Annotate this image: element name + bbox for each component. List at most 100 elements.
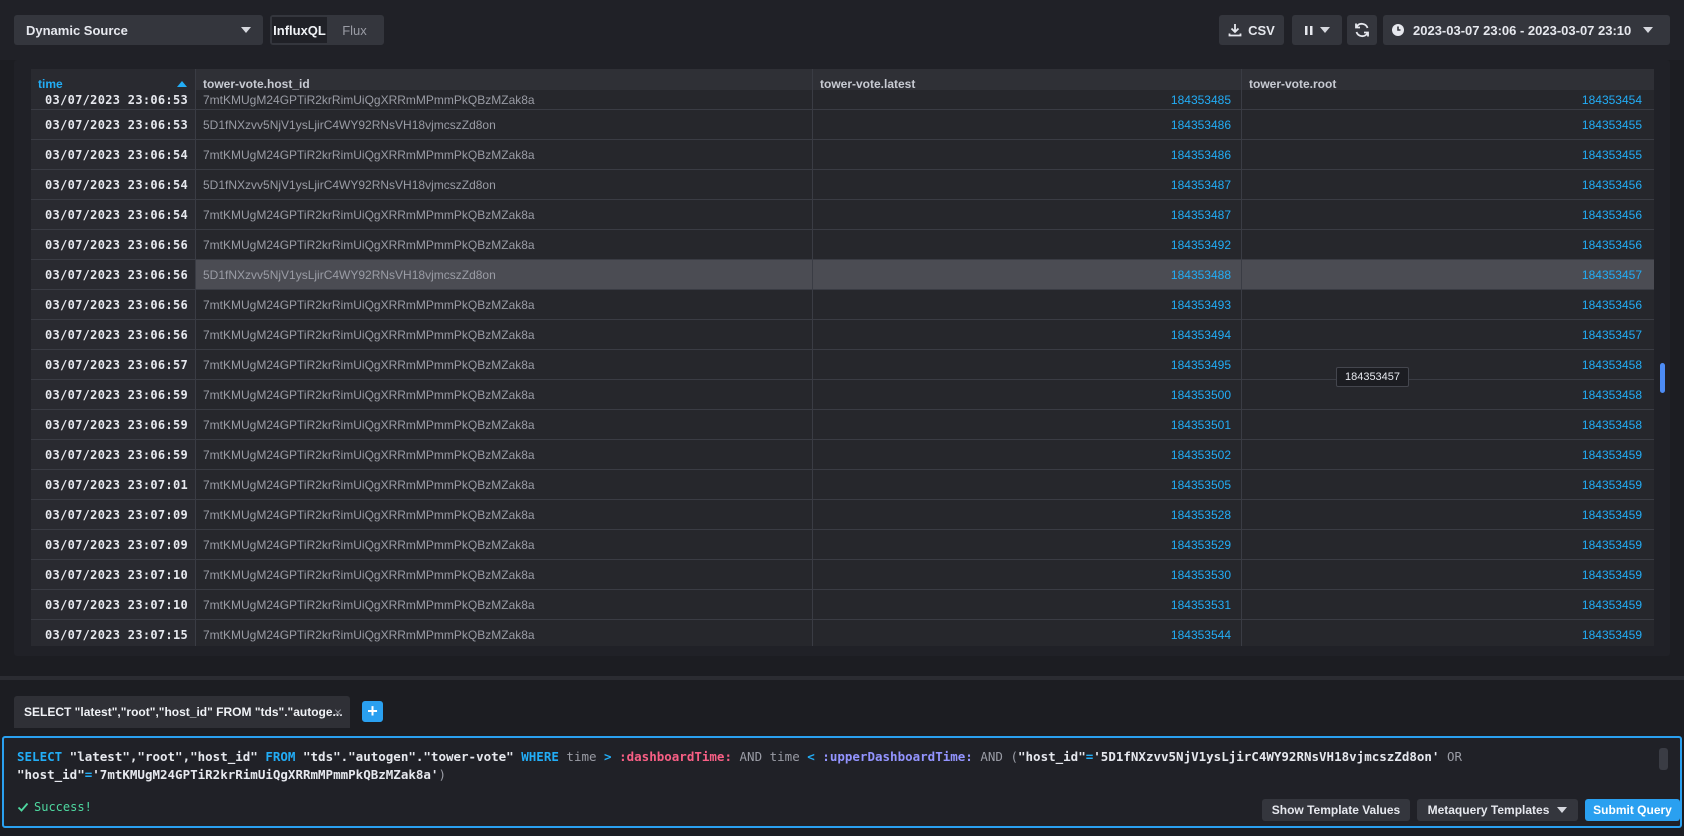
cell-host-id[interactable]: 7mtKMUgM24GPTiR2krRimUiQgXRRmMPmmPkQBzMZ… — [196, 140, 813, 169]
cell-time[interactable]: 03/07/2023 23:06:54 — [31, 140, 196, 169]
auto-refresh-dropdown[interactable] — [1292, 15, 1342, 45]
cell-host-id[interactable]: 7mtKMUgM24GPTiR2krRimUiQgXRRmMPmmPkQBzMZ… — [196, 90, 813, 109]
cell-host-id[interactable]: 7mtKMUgM24GPTiR2krRimUiQgXRRmMPmmPkQBzMZ… — [196, 230, 813, 259]
cell-latest[interactable]: 184353529 — [813, 530, 1242, 559]
query-editor[interactable]: SELECT "latest","root","host_id" FROM "t… — [2, 736, 1682, 828]
cell-time[interactable]: 03/07/2023 23:07:10 — [31, 560, 196, 589]
cell-host-id[interactable]: 7mtKMUgM24GPTiR2krRimUiQgXRRmMPmmPkQBzMZ… — [196, 350, 813, 379]
cell-latest[interactable]: 184353495 — [813, 350, 1242, 379]
cell-time[interactable]: 03/07/2023 23:07:09 — [31, 500, 196, 529]
cell-host-id[interactable]: 5D1fNXzvv5NjV1ysLjirC4WY92RNsVH18vjmcszZ… — [196, 170, 813, 199]
cell-time[interactable]: 03/07/2023 23:06:59 — [31, 410, 196, 439]
add-query-button[interactable]: + — [362, 701, 383, 722]
cell-root[interactable]: 184353459 — [1242, 590, 1654, 619]
cell-root[interactable]: 184353458 — [1242, 380, 1654, 409]
table-row[interactable]: 03/07/2023 23:07:10 7mtKMUgM24GPTiR2krRim… — [31, 560, 1654, 590]
cell-latest[interactable]: 184353501 — [813, 410, 1242, 439]
cell-root[interactable]: 184353459 — [1242, 470, 1654, 499]
source-dropdown[interactable]: Dynamic Source — [14, 15, 263, 45]
cell-host-id[interactable]: 7mtKMUgM24GPTiR2krRimUiQgXRRmMPmmPkQBzMZ… — [196, 290, 813, 319]
cell-latest[interactable]: 184353505 — [813, 470, 1242, 499]
table-row[interactable]: 03/07/2023 23:07:15 7mtKMUgM24GPTiR2krRim… — [31, 620, 1654, 646]
influxql-option[interactable]: InfluxQL — [272, 17, 327, 43]
cell-time[interactable]: 03/07/2023 23:06:56 — [31, 230, 196, 259]
table-row[interactable]: 03/07/2023 23:06:54 5D1fNXzvv5NjV1ysLjirC… — [31, 170, 1654, 200]
close-icon[interactable]: × — [334, 704, 342, 720]
cell-host-id[interactable]: 7mtKMUgM24GPTiR2krRimUiQgXRRmMPmmPkQBzMZ… — [196, 530, 813, 559]
cell-host-id[interactable]: 7mtKMUgM24GPTiR2krRimUiQgXRRmMPmmPkQBzMZ… — [196, 620, 813, 646]
cell-latest[interactable]: 184353487 — [813, 170, 1242, 199]
cell-root[interactable]: 184353456 — [1242, 230, 1654, 259]
cell-root[interactable]: 184353459 — [1242, 530, 1654, 559]
table-scrollbar[interactable] — [1660, 363, 1665, 393]
cell-host-id[interactable]: 7mtKMUgM24GPTiR2krRimUiQgXRRmMPmmPkQBzMZ… — [196, 590, 813, 619]
cell-time[interactable]: 03/07/2023 23:06:57 — [31, 350, 196, 379]
cell-time[interactable]: 03/07/2023 23:06:53 — [31, 90, 196, 109]
cell-time[interactable]: 03/07/2023 23:07:10 — [31, 590, 196, 619]
cell-host-id[interactable]: 5D1fNXzvv5NjV1ysLjirC4WY92RNsVH18vjmcszZ… — [196, 260, 813, 289]
cell-time[interactable]: 03/07/2023 23:06:56 — [31, 290, 196, 319]
table-row[interactable]: 03/07/2023 23:06:59 7mtKMUgM24GPTiR2krRim… — [31, 410, 1654, 440]
table-row[interactable]: 03/07/2023 23:07:09 7mtKMUgM24GPTiR2krRim… — [31, 500, 1654, 530]
cell-root[interactable]: 184353458 — [1242, 350, 1654, 379]
cell-host-id[interactable]: 7mtKMUgM24GPTiR2krRimUiQgXRRmMPmmPkQBzMZ… — [196, 380, 813, 409]
cell-root[interactable]: 184353456 — [1242, 170, 1654, 199]
query-tab[interactable]: SELECT "latest","root","host_id" FROM "t… — [14, 696, 350, 728]
cell-root[interactable]: 184353454 — [1242, 90, 1654, 109]
cell-latest[interactable]: 184353486 — [813, 110, 1242, 139]
results-table[interactable]: time tower-vote.host_id tower-vote.lates… — [31, 69, 1654, 646]
table-row[interactable]: 03/07/2023 23:06:56 5D1fNXzvv5NjV1ysLjirC… — [31, 260, 1654, 290]
flux-option[interactable]: Flux — [327, 17, 382, 43]
cell-latest[interactable]: 184353531 — [813, 590, 1242, 619]
time-range-dropdown[interactable]: 2023-03-07 23:06 - 2023-03-07 23:10 — [1383, 15, 1670, 45]
cell-root[interactable]: 184353458 — [1242, 410, 1654, 439]
csv-download-button[interactable]: CSV — [1219, 15, 1284, 45]
cell-latest[interactable]: 184353544 — [813, 620, 1242, 646]
cell-host-id[interactable]: 7mtKMUgM24GPTiR2krRimUiQgXRRmMPmmPkQBzMZ… — [196, 320, 813, 349]
cell-time[interactable]: 03/07/2023 23:07:01 — [31, 470, 196, 499]
metaquery-templates-dropdown[interactable]: Metaquery Templates — [1417, 799, 1578, 821]
cell-root[interactable]: 184353457 — [1242, 320, 1654, 349]
show-template-values-button[interactable]: Show Template Values — [1262, 799, 1410, 821]
cell-root[interactable]: 184353459 — [1242, 500, 1654, 529]
table-row[interactable]: 03/07/2023 23:06:54 7mtKMUgM24GPTiR2krRim… — [31, 140, 1654, 170]
cell-time[interactable]: 03/07/2023 23:06:56 — [31, 260, 196, 289]
table-row[interactable]: 03/07/2023 23:07:09 7mtKMUgM24GPTiR2krRim… — [31, 530, 1654, 560]
cell-latest[interactable]: 184353492 — [813, 230, 1242, 259]
cell-host-id[interactable]: 7mtKMUgM24GPTiR2krRimUiQgXRRmMPmmPkQBzMZ… — [196, 500, 813, 529]
cell-root[interactable]: 184353455 — [1242, 110, 1654, 139]
table-row[interactable]: 03/07/2023 23:06:59 7mtKMUgM24GPTiR2krRim… — [31, 380, 1654, 410]
cell-latest[interactable]: 184353528 — [813, 500, 1242, 529]
table-row[interactable]: 03/07/2023 23:06:53 5D1fNXzvv5NjV1ysLjirC… — [31, 110, 1654, 140]
cell-time[interactable]: 03/07/2023 23:07:09 — [31, 530, 196, 559]
cell-host-id[interactable]: 7mtKMUgM24GPTiR2krRimUiQgXRRmMPmmPkQBzMZ… — [196, 410, 813, 439]
refresh-button[interactable] — [1347, 15, 1377, 45]
cell-latest[interactable]: 184353494 — [813, 320, 1242, 349]
cell-root[interactable]: 184353459 — [1242, 560, 1654, 589]
cell-root[interactable]: 184353456 — [1242, 200, 1654, 229]
cell-root[interactable]: 184353459 — [1242, 440, 1654, 469]
cell-root[interactable]: 184353456 — [1242, 290, 1654, 319]
cell-root[interactable]: 184353455 — [1242, 140, 1654, 169]
cell-latest[interactable]: 184353530 — [813, 560, 1242, 589]
cell-root[interactable]: 184353459 — [1242, 620, 1654, 646]
cell-root[interactable]: 184353457 — [1242, 260, 1654, 289]
cell-host-id[interactable]: 7mtKMUgM24GPTiR2krRimUiQgXRRmMPmmPkQBzMZ… — [196, 200, 813, 229]
cell-time[interactable]: 03/07/2023 23:06:59 — [31, 380, 196, 409]
cell-host-id[interactable]: 7mtKMUgM24GPTiR2krRimUiQgXRRmMPmmPkQBzMZ… — [196, 560, 813, 589]
table-row[interactable]: 03/07/2023 23:06:57 7mtKMUgM24GPTiR2krRim… — [31, 350, 1654, 380]
cell-host-id[interactable]: 7mtKMUgM24GPTiR2krRimUiQgXRRmMPmmPkQBzMZ… — [196, 440, 813, 469]
cell-latest[interactable]: 184353487 — [813, 200, 1242, 229]
cell-latest[interactable]: 184353493 — [813, 290, 1242, 319]
cell-latest[interactable]: 184353488 — [813, 260, 1242, 289]
table-row[interactable]: 03/07/2023 23:07:10 7mtKMUgM24GPTiR2krRim… — [31, 590, 1654, 620]
cell-time[interactable]: 03/07/2023 23:06:53 — [31, 110, 196, 139]
cell-time[interactable]: 03/07/2023 23:06:54 — [31, 200, 196, 229]
table-row[interactable]: 03/07/2023 23:07:01 7mtKMUgM24GPTiR2krRim… — [31, 470, 1654, 500]
cell-time[interactable]: 03/07/2023 23:07:15 — [31, 620, 196, 646]
cell-time[interactable]: 03/07/2023 23:06:54 — [31, 170, 196, 199]
table-row[interactable]: 03/07/2023 23:06:56 7mtKMUgM24GPTiR2krRim… — [31, 230, 1654, 260]
submit-query-button[interactable]: Submit Query — [1585, 799, 1680, 821]
table-row[interactable]: 03/07/2023 23:06:53 7mtKMUgM24GPTiR2krRim… — [31, 90, 1654, 110]
query-text[interactable]: SELECT "latest","root","host_id" FROM "t… — [17, 748, 1647, 784]
